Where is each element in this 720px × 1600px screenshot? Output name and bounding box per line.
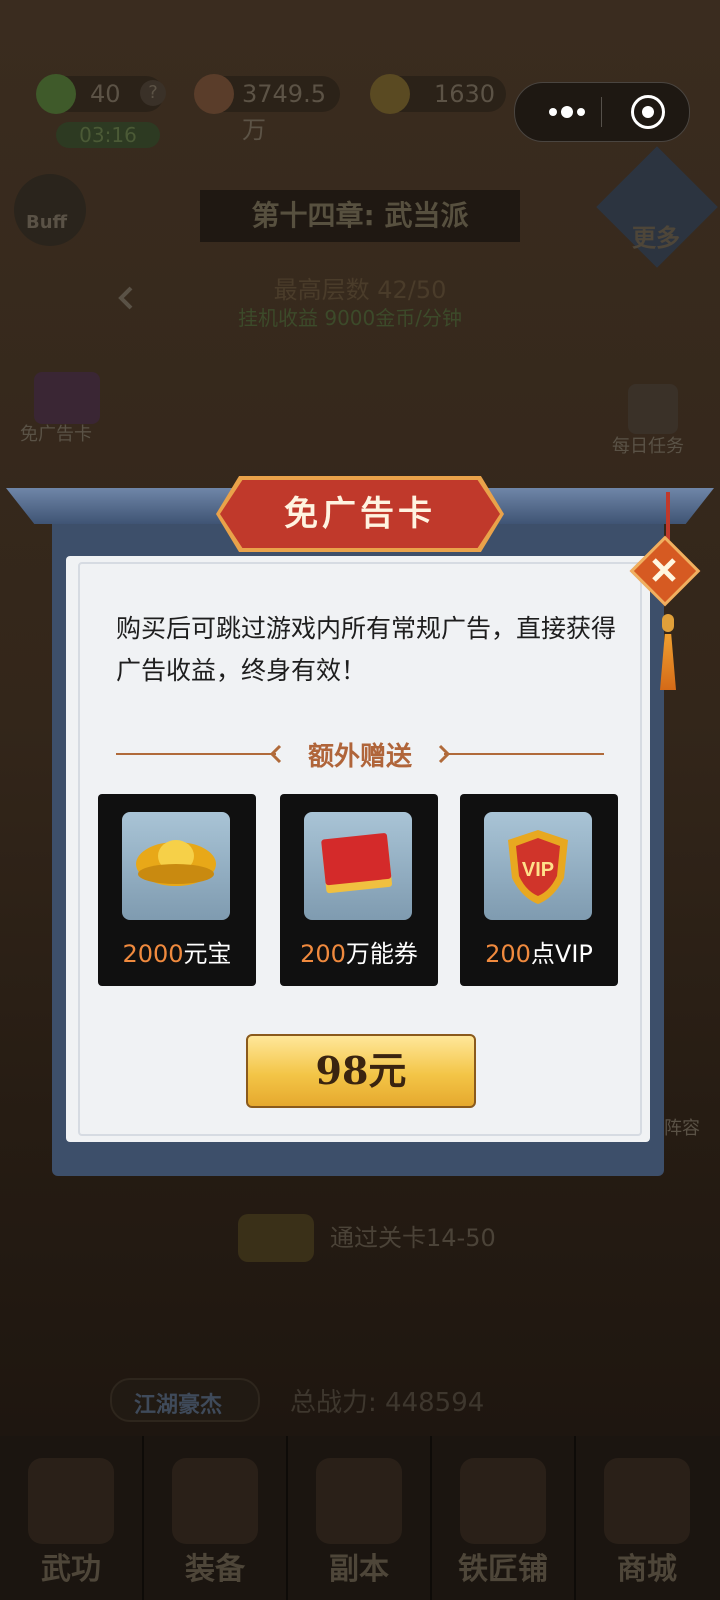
lineup-label: 阵容 xyxy=(664,1118,700,1139)
more-label: 更多 xyxy=(632,224,680,252)
gold-value: 1630 xyxy=(434,80,496,108)
dialog-title-banner: 免广告卡 xyxy=(216,476,504,552)
nav-label: 副本 xyxy=(329,1552,389,1587)
tag-string xyxy=(666,492,670,540)
reward-tile: VIP xyxy=(484,812,592,920)
ad-free-card-side-label: 免广告卡 xyxy=(20,424,92,445)
reward-unit: 万能券 xyxy=(345,940,418,968)
coin-bar[interactable]: 3749.5万 xyxy=(194,74,340,144)
close-tag-button[interactable] xyxy=(629,535,701,607)
gold-ingot-icon xyxy=(370,74,410,114)
reward-card-yuanbao: 2000元宝 xyxy=(98,794,256,986)
reward-amount: 200 xyxy=(300,940,346,968)
reward-caption: 200万能券 xyxy=(280,934,438,969)
leaf-icon xyxy=(36,74,76,114)
reward-unit: 元宝 xyxy=(183,940,232,968)
svg-text:VIP: VIP xyxy=(522,859,554,881)
reward-amount: 200 xyxy=(485,940,531,968)
reward-card-vip: VIP 200点VIP xyxy=(460,794,618,986)
scroll-icon[interactable] xyxy=(628,384,678,434)
close-icon xyxy=(652,558,676,582)
gold-ingot-icon xyxy=(136,840,216,886)
buy-button[interactable]: 98元 xyxy=(246,1034,476,1108)
coin-value: 3749.5万 xyxy=(242,80,326,144)
nav-blacksmith[interactable]: 铁匠铺 xyxy=(432,1436,576,1600)
nav-dungeon[interactable]: 副本 xyxy=(288,1436,432,1600)
bonus-header: 额外赠送 xyxy=(116,732,604,776)
crossed-swords-icon xyxy=(316,1458,402,1544)
total-power: 总战力: 448594 xyxy=(290,1388,485,1418)
more-dots-icon[interactable] xyxy=(539,97,595,127)
nav-equipment[interactable]: 装备 xyxy=(144,1436,288,1600)
vip-shield-icon: VIP xyxy=(508,830,568,904)
reward-tile xyxy=(304,812,412,920)
nav-martial-arts[interactable]: 武功 xyxy=(0,1436,144,1600)
close-miniprogram-icon[interactable] xyxy=(631,95,665,129)
gold-bar[interactable]: 1630 xyxy=(370,74,506,114)
bonus-header-label: 额外赠送 xyxy=(307,742,412,772)
dialog-description: 购买后可跳过游戏内所有常规广告，直接获得广告收益，终身有效！ xyxy=(116,614,617,685)
nav-shop[interactable]: 商城 xyxy=(576,1436,718,1600)
tassel-knot xyxy=(662,614,674,632)
stamina-bar[interactable]: 40 ? xyxy=(36,74,166,114)
chest-body xyxy=(238,1214,314,1262)
miniprogram-capsule xyxy=(514,82,690,142)
stamina-timer: 03:16 xyxy=(56,122,160,148)
capsule-divider xyxy=(601,97,602,127)
help-icon[interactable]: ? xyxy=(140,80,166,106)
nav-label: 铁匠铺 xyxy=(458,1552,548,1587)
copper-coin-icon xyxy=(194,74,234,114)
hammer-icon xyxy=(460,1458,546,1544)
buff-button[interactable]: Buff xyxy=(14,174,86,246)
voucher-icon xyxy=(321,833,393,894)
reward-tile xyxy=(122,812,230,920)
chapter-title: 第十四章: 武当派 xyxy=(200,190,520,242)
buff-label: Buff xyxy=(26,212,68,233)
max-floor-text: 最高层数 42/50 xyxy=(273,276,447,304)
reward-amount: 2000 xyxy=(122,940,184,968)
reward-card-voucher: 200万能券 xyxy=(280,794,438,986)
dialog-title: 免广告卡 xyxy=(284,494,436,534)
nav-label: 商城 xyxy=(617,1552,677,1587)
daily-task-label: 每日任务 xyxy=(612,436,684,457)
bottom-nav: 武功 装备 副本 铁匠铺 商城 xyxy=(0,1436,720,1600)
stamina-value: 40 xyxy=(90,80,121,108)
nav-label: 武功 xyxy=(41,1552,101,1587)
price-label: 98元 xyxy=(315,1048,407,1093)
chest-icon[interactable] xyxy=(238,1200,314,1262)
reward-caption: 200点VIP xyxy=(460,934,618,969)
martial-arts-icon xyxy=(28,1458,114,1544)
ad-free-card-side-icon[interactable] xyxy=(34,372,100,424)
rank-badge[interactable]: 江湖豪杰 xyxy=(110,1378,260,1422)
reward-caption: 2000元宝 xyxy=(98,934,256,969)
idle-income-text: 挂机收益 9000金币/分钟 xyxy=(238,306,462,330)
rank-label: 江湖豪杰 xyxy=(134,1393,223,1418)
shop-icon xyxy=(604,1458,690,1544)
reward-unit: 点VIP xyxy=(530,940,593,968)
chevron-left-icon[interactable] xyxy=(116,286,136,310)
armor-icon xyxy=(172,1458,258,1544)
chest-progress-text: 通过关卡14-50 xyxy=(330,1224,496,1252)
nav-label: 装备 xyxy=(185,1552,245,1587)
